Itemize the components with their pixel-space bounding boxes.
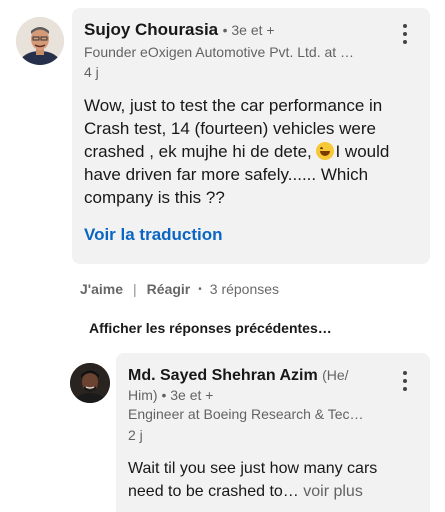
- profile-photo-icon: [16, 17, 64, 65]
- connection-degree: • 3e et +: [222, 22, 275, 38]
- action-separator: |: [133, 281, 137, 297]
- reply-text: Wait til you see just how many cars need…: [128, 457, 423, 503]
- comment-text-line: company is this ??: [84, 188, 225, 207]
- comment-text: Wow, just to test the car performance in…: [84, 94, 414, 209]
- grinning-sweat-emoji-icon: [316, 142, 335, 160]
- comment-text-line: Wow, just to test the car performance in: [84, 96, 383, 115]
- like-button[interactable]: J'aime: [80, 281, 123, 297]
- reply-count[interactable]: 3 réponses: [210, 281, 279, 297]
- reply-avatar[interactable]: [70, 363, 110, 403]
- comment-author-line: Sujoy Chourasia • 3e et +: [84, 20, 275, 40]
- comment-thread: Sujoy Chourasia • 3e et + Founder eOxige…: [0, 0, 445, 512]
- reply-author-headline: Engineer at Boeing Research & Tec…: [128, 406, 364, 422]
- comment-text-line: crashed , ek mujhe hi de dete, I would: [84, 142, 390, 161]
- reply-author-line-2: Him) • 3e et +: [128, 387, 213, 403]
- reply-text-line: Wait til you see just how many cars: [128, 460, 378, 477]
- reply-text-line: need to be crashed to… voir plus: [128, 483, 363, 500]
- comment-actions: J'aime | Réagir • 3 réponses: [80, 281, 279, 297]
- comment-text-line: have driven far more safely...... Which: [84, 165, 369, 184]
- avatar[interactable]: [16, 17, 64, 65]
- profile-photo-icon: [70, 363, 110, 403]
- see-more-link[interactable]: voir plus: [303, 483, 363, 500]
- comment-text-line: Crash test, 14 (fourteen) vehicles were: [84, 119, 376, 138]
- see-translation-link[interactable]: Voir la traduction: [84, 225, 223, 245]
- bullet-separator: •: [198, 283, 202, 295]
- show-previous-replies-link[interactable]: Afficher les réponses précédentes…: [89, 320, 332, 336]
- more-vertical-icon[interactable]: [395, 22, 415, 46]
- reply-button[interactable]: Réagir: [147, 281, 191, 297]
- reply-timestamp: 2 j: [128, 427, 143, 443]
- reply-author-name[interactable]: Md. Sayed Shehran Azim: [128, 367, 318, 384]
- comment-author-headline: Founder eOxigen Automotive Pvt. Ltd. at …: [84, 44, 355, 60]
- reply-author-line: Md. Sayed Shehran Azim (He/: [128, 367, 349, 385]
- more-vertical-icon[interactable]: [395, 369, 415, 393]
- reply-author-pronoun: (He/: [322, 367, 349, 383]
- reply-author-pronoun: Him): [128, 387, 158, 403]
- connection-degree: • 3e et +: [161, 387, 214, 403]
- comment-author-name[interactable]: Sujoy Chourasia: [84, 20, 218, 39]
- comment-timestamp: 4 j: [84, 64, 99, 80]
